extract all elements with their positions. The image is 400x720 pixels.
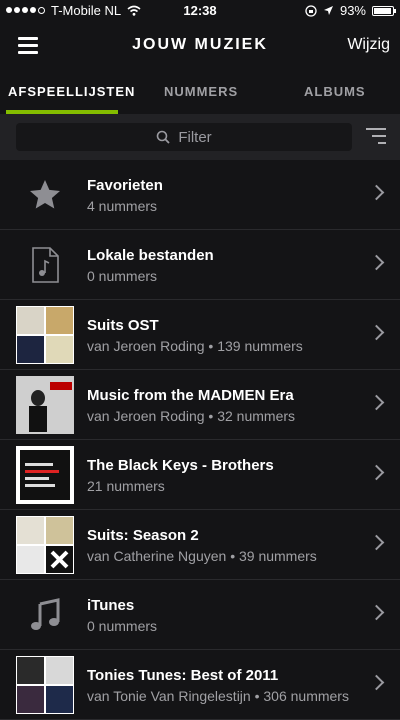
chevron-right-icon <box>368 604 385 621</box>
playlist-subtitle: 0 nummers <box>87 618 158 634</box>
rotation-lock-icon <box>305 4 317 17</box>
playlist-subtitle: van Jeroen Roding • 32 nummers <box>87 408 296 424</box>
status-bar: T-Mobile NL 12:38 93% <box>0 0 400 22</box>
playlist-title: Suits: Season 2 <box>87 527 199 544</box>
search-icon <box>157 130 170 144</box>
album-collage <box>16 516 74 574</box>
chevron-right-icon <box>368 254 385 271</box>
battery-icon <box>372 5 396 16</box>
playlist-title: iTunes <box>87 597 135 614</box>
playlist-subtitle: van Tonie Van Ringelestijn • 306 nummers <box>87 688 349 704</box>
playlist-title: Music from the MADMEN Era <box>87 387 294 404</box>
playlist-row-itunes[interactable]: iTunes 0 nummers <box>0 580 400 650</box>
tab-albums[interactable]: ALBUMS <box>304 84 366 99</box>
playlist-title: Suits OST <box>87 317 159 334</box>
tab-songs[interactable]: NUMMERS <box>164 84 238 99</box>
chevron-right-icon <box>368 464 385 481</box>
playlist-subtitle: 21 nummers <box>87 478 165 494</box>
navigation-bar: JOUW MUZIEK Wijzig <box>0 22 400 70</box>
playlist-title: The Black Keys - Brothers <box>87 457 274 474</box>
chevron-right-icon <box>368 394 385 411</box>
playlist-row-black-keys[interactable]: The Black Keys - Brothers 21 nummers <box>0 440 400 510</box>
tab-playlists[interactable]: AFSPEELLIJSTEN <box>8 84 135 99</box>
music-note-icon <box>16 586 74 644</box>
chevron-right-icon <box>368 184 385 201</box>
filter-placeholder: Filter <box>178 128 212 146</box>
battery-percentage: 93% <box>339 3 366 18</box>
album-cover <box>16 376 74 434</box>
status-right: 93% <box>305 3 396 18</box>
playlist-title: Lokale bestanden <box>87 247 214 264</box>
filter-input[interactable]: Filter <box>16 123 352 151</box>
page-title: JOUW MUZIEK <box>132 36 268 53</box>
filter-bar: Filter <box>0 114 400 160</box>
tab-bar: AFSPEELLIJSTEN NUMMERS ALBUMS <box>0 70 400 114</box>
playlist-row-madmen[interactable]: Music from the MADMEN Era van Jeroen Rod… <box>0 370 400 440</box>
chevron-right-icon <box>368 674 385 691</box>
sort-icon[interactable] <box>366 128 386 149</box>
playlist-subtitle: 4 nummers <box>87 198 158 214</box>
playlist-row-local-files[interactable]: Lokale bestanden 0 nummers <box>0 230 400 300</box>
star-icon <box>16 166 74 224</box>
playlist-subtitle: 0 nummers <box>87 268 158 284</box>
file-music-icon <box>16 236 74 294</box>
playlist-title: Tonies Tunes: Best of 2011 <box>87 667 279 684</box>
playlist-row-suits-season-2[interactable]: Suits: Season 2 van Catherine Nguyen • 3… <box>0 510 400 580</box>
album-collage <box>16 306 74 364</box>
playlist-list: Favorieten 4 nummers Lokale bestanden 0 … <box>0 160 400 720</box>
playlist-row-tonies-tunes[interactable]: Tonies Tunes: Best of 2011 van Tonie Van… <box>0 650 400 720</box>
playlist-row-favorites[interactable]: Favorieten 4 nummers <box>0 160 400 230</box>
playlist-subtitle: van Catherine Nguyen • 39 nummers <box>87 548 317 564</box>
playlist-title: Favorieten <box>87 177 163 194</box>
chevron-right-icon <box>368 534 385 551</box>
playlist-row-suits-ost[interactable]: Suits OST van Jeroen Roding • 139 nummer… <box>0 300 400 370</box>
location-arrow-icon <box>323 6 333 15</box>
album-cover <box>16 446 74 504</box>
chevron-right-icon <box>368 324 385 341</box>
playlist-subtitle: van Jeroen Roding • 139 nummers <box>87 338 303 354</box>
edit-button[interactable]: Wijzig <box>347 36 390 54</box>
album-collage <box>16 656 74 714</box>
